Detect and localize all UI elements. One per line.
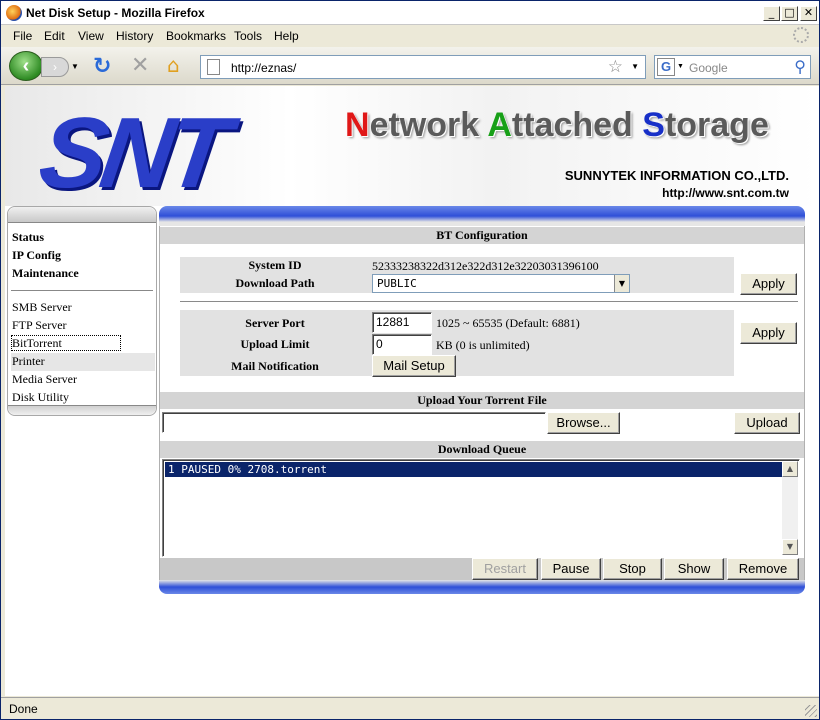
page-content: SNT Network Attached Storage SUNNYTEK IN… [5,86,819,696]
scroll-down-icon[interactable]: ▼ [782,539,798,555]
apply-port-button[interactable]: Apply [740,322,797,344]
firefox-icon [6,5,22,21]
apply-path-button[interactable]: Apply [740,273,797,295]
queue-scrollbar[interactable]: ▲ ▼ [782,461,798,555]
history-dropdown-icon[interactable]: ▼ [71,62,79,71]
bt-config-heading: BT Configuration [160,227,804,244]
forward-button[interactable]: › [41,57,69,77]
company-name: SUNNYTEK INFORMATION CO.,LTD. [564,168,789,183]
list-item[interactable]: 1 PAUSED 0% 2708.torrent [165,462,783,477]
pause-button[interactable]: Pause [541,558,601,580]
show-button[interactable]: Show [664,558,724,580]
window-title: Net Disk Setup - Mozilla Firefox [26,6,205,20]
status-text: Done [9,702,38,716]
config-divider [180,301,798,302]
restart-button[interactable]: Restart [472,558,538,580]
download-queue-list[interactable]: 1 PAUSED 0% 2708.torrent ▲ ▼ [162,459,800,557]
menu-bookmarks[interactable]: Bookmarks [166,29,226,43]
queue-button-bar: Restart Pause Stop Show Remove [160,558,804,580]
menu-view[interactable]: View [78,29,104,43]
menu-edit[interactable]: Edit [44,29,65,43]
mail-notification-label: Mail Notification [231,359,319,373]
upload-limit-input[interactable]: 0 [372,334,432,355]
resize-grip-icon[interactable] [805,705,817,717]
close-button[interactable]: ✕ [800,6,817,21]
download-queue-heading: Download Queue [160,441,804,458]
bookmark-star-icon[interactable]: ☆ [608,57,623,77]
reload-icon[interactable]: ↻ [93,54,111,79]
search-bar[interactable]: G ▼ Google ⚲ [654,55,811,79]
google-icon[interactable]: G [657,58,675,76]
sidebar-header [8,207,156,223]
mail-setup-button[interactable]: Mail Setup [372,355,456,377]
sidebar-item-printer[interactable]: Printer [11,353,155,371]
browser-window: Net Disk Setup - Mozilla Firefox _ □ ✕ F… [0,0,820,720]
banner-tagline: Network Attached Storage [345,106,769,144]
scroll-up-icon[interactable]: ▲ [782,461,798,477]
torrent-file-input[interactable] [162,412,546,433]
url-text: http://eznas/ [231,61,297,75]
stop-button[interactable]: Stop [603,558,662,580]
panel-top-border [159,206,805,226]
sidebar-item-maintenance[interactable]: Maintenance [11,265,155,283]
home-icon[interactable]: ⌂ [167,53,180,77]
sidebar-item-ip-config[interactable]: IP Config [11,247,155,265]
stop-icon[interactable]: ✕ [131,53,149,78]
upload-button[interactable]: Upload [734,412,800,434]
navigation-toolbar: ‹ › ▼ ↻ ✕ ⌂ http://eznas/ ☆ ▼ G ▼ Google… [1,47,819,85]
title-bar: Net Disk Setup - Mozilla Firefox _ □ ✕ [1,1,819,25]
snt-logo: SNT [33,97,231,209]
sidebar-divider [11,290,153,291]
server-port-input[interactable]: 12881 [372,312,432,333]
download-path-value: PUBLIC [377,277,417,290]
page-icon [207,59,220,75]
sidebar-item-status[interactable]: Status [11,229,155,247]
sidebar-item-media-server[interactable]: Media Server [11,371,155,389]
menu-tools[interactable]: Tools [234,29,262,43]
url-dropdown-icon[interactable]: ▼ [631,62,639,71]
search-icon[interactable]: ⚲ [794,57,806,76]
upload-limit-label: Upload Limit [240,337,310,351]
back-arrow-icon: ‹ [22,55,30,77]
forward-arrow-icon: › [53,60,57,74]
maximize-button[interactable]: □ [781,6,798,21]
banner: SNT Network Attached Storage SUNNYTEK IN… [5,86,819,209]
status-bar: Done [1,697,819,719]
search-placeholder: Google [689,61,728,75]
system-id-label: System ID [248,258,302,272]
bt-panel: BT Configuration System ID Download Path… [159,206,805,594]
menu-file[interactable]: File [13,29,32,43]
panel-body: BT Configuration System ID Download Path… [159,226,805,580]
panel-bottom-border [159,580,805,594]
minimize-button[interactable]: _ [763,6,780,21]
menu-bar: File Edit View History Bookmarks Tools H… [1,25,819,47]
search-engine-dropdown-icon[interactable]: ▼ [677,63,684,70]
server-port-hint: 1025 ~ 65535 (Default: 6881) [436,316,580,330]
company-website: http://www.snt.com.tw [662,186,789,200]
chevron-down-icon: ▼ [614,275,629,292]
remove-button[interactable]: Remove [727,558,799,580]
server-port-label: Server Port [245,316,305,330]
browse-button[interactable]: Browse... [547,412,620,434]
throbber-icon [793,27,809,43]
sidebar-item-bittorrent[interactable]: BitTorrent [11,335,155,353]
system-id-value: 52333238322d312e322d312e32203031396100 [372,259,599,273]
back-button[interactable]: ‹ [9,51,43,81]
menu-history[interactable]: History [116,29,153,43]
upload-limit-hint: KB (0 is unlimited) [436,338,530,352]
menu-help[interactable]: Help [274,29,299,43]
download-path-label: Download Path [235,276,315,290]
sidebar-item-smb-server[interactable]: SMB Server [11,299,155,317]
download-path-select[interactable]: PUBLIC ▼ [372,274,630,293]
sidebar: Status IP Config Maintenance SMB Server … [7,206,157,416]
upload-torrent-heading: Upload Your Torrent File [160,392,804,409]
address-bar[interactable]: http://eznas/ ☆ ▼ [200,55,646,79]
sidebar-item-ftp-server[interactable]: FTP Server [11,317,155,335]
sidebar-footer [8,405,156,415]
